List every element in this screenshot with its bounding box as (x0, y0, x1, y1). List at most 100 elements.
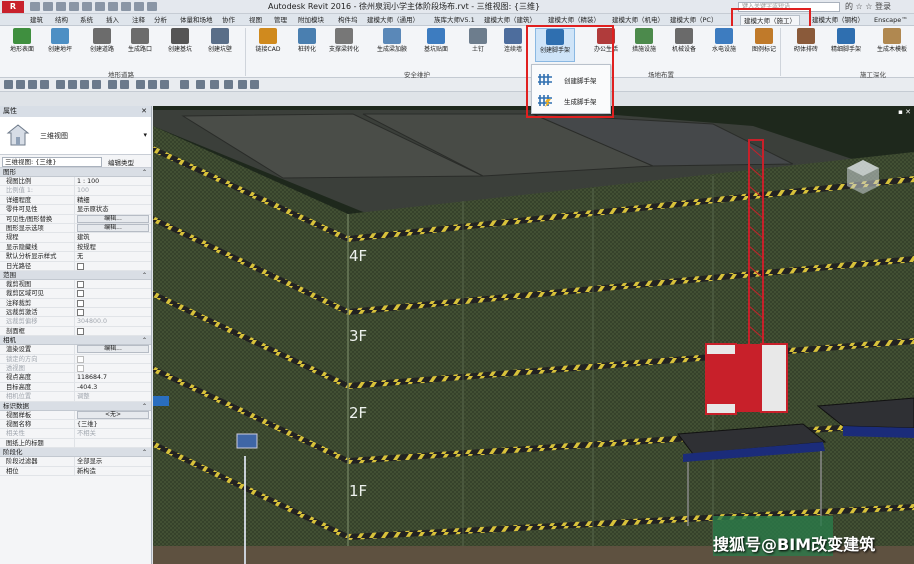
measure-icon[interactable] (95, 2, 105, 11)
toolbar-icon-18[interactable] (250, 80, 259, 89)
toolbar-icon-10[interactable] (136, 80, 145, 89)
collapse-icon[interactable]: ⌃ (142, 336, 147, 345)
ribbon-button-8[interactable]: 支撑梁转化 (324, 28, 364, 54)
section-icon[interactable] (134, 2, 144, 11)
tab-20[interactable]: Enscape™ (874, 15, 908, 25)
tab-11[interactable]: 构件坞 (338, 15, 358, 25)
chevron-down-icon[interactable]: ▾ (143, 131, 147, 139)
3d-viewport[interactable]: ▪ ✕ 4F 3F 2F 1F 搜狐号@BIM改变建筑 (153, 106, 914, 564)
view-3d-icon[interactable] (121, 2, 131, 11)
property-value[interactable]: 新构造 (74, 466, 150, 476)
viewport-controls[interactable]: ▪ ✕ (898, 108, 911, 116)
tab-9[interactable]: 管理 (274, 15, 287, 25)
ribbon-button-7[interactable]: 桩转化 (287, 28, 327, 54)
tab-19[interactable]: 建模大师（钢构） (812, 15, 864, 25)
property-edit-button[interactable]: 编辑... (77, 214, 149, 223)
toolbar-icon-7[interactable] (92, 80, 101, 89)
property-value[interactable]: 118684.7 (74, 373, 150, 383)
toolbar-icon-3[interactable] (40, 80, 49, 89)
checkbox[interactable] (77, 290, 84, 298)
ribbon-button-17[interactable]: 水电设施 (704, 28, 744, 54)
type-selector[interactable]: 三维视图 ▾ (0, 117, 151, 155)
ribbon-button-9[interactable]: 生成梁加腋 (372, 28, 412, 54)
tab-0[interactable]: 建筑 (30, 15, 43, 25)
collapse-icon[interactable]: ⌃ (142, 271, 147, 280)
ribbon-button-16[interactable]: 机械设备 (664, 28, 704, 54)
toolbar-icon-13[interactable] (180, 80, 189, 89)
ribbon-button-11[interactable]: 土钉 (458, 28, 498, 54)
tab-16[interactable]: 建模大师（机电） (612, 15, 664, 25)
property-value[interactable] (74, 279, 150, 289)
ribbon-button-3[interactable]: 生成路口 (120, 28, 160, 54)
ribbon-button-4[interactable]: 创建基坑 (160, 28, 200, 54)
tab-4[interactable]: 注释 (132, 15, 145, 25)
ribbon-button-19[interactable]: 砌体排砖 (786, 28, 826, 54)
property-edit-button[interactable]: 编辑... (77, 223, 149, 232)
toolbar-icon-0[interactable] (4, 80, 13, 89)
redo-icon[interactable] (69, 2, 79, 11)
property-group-header[interactable]: 阶段化 ⌃ (0, 448, 151, 458)
toolbar-icon-15[interactable] (210, 80, 219, 89)
toolbar-icon-17[interactable] (238, 80, 247, 89)
collapse-icon[interactable]: ⌃ (142, 402, 147, 411)
tab-8[interactable]: 视图 (249, 15, 262, 25)
property-value[interactable]: 显示原状态 (74, 205, 150, 215)
text-icon[interactable] (108, 2, 118, 11)
viewcube-icon[interactable] (843, 156, 883, 196)
toolbar-icon-11[interactable] (148, 80, 157, 89)
undo-icon[interactable] (56, 2, 66, 11)
property-value[interactable]: -404.3 (74, 382, 150, 392)
property-value[interactable] (74, 438, 150, 448)
tab-7[interactable]: 协作 (222, 15, 235, 25)
property-value[interactable]: 编辑... (74, 214, 150, 224)
tab-2[interactable]: 系统 (80, 15, 93, 25)
toolbar-icon-6[interactable] (80, 80, 89, 89)
toolbar-icon-9[interactable] (120, 80, 129, 89)
ribbon-button-1[interactable]: 创建地坪 (40, 28, 80, 54)
ribbon-button-0[interactable]: 地形表面 (2, 28, 42, 54)
property-value[interactable]: 按规程 (74, 242, 150, 252)
ribbon-button-10[interactable]: 基坑贴面 (416, 28, 456, 54)
save-icon[interactable] (43, 2, 53, 11)
property-value[interactable] (74, 326, 150, 336)
property-value[interactable] (74, 289, 150, 299)
ribbon-button-18[interactable]: 图例标记 (744, 28, 784, 54)
toolbar-icon-12[interactable] (160, 80, 169, 89)
property-value[interactable] (74, 261, 150, 271)
property-group-header[interactable]: 图形 ⌃ (0, 168, 151, 177)
toolbar-icon-16[interactable] (224, 80, 233, 89)
close-icon[interactable]: ✕ (141, 106, 147, 117)
property-group-header[interactable]: 标识数据 ⌃ (0, 401, 151, 411)
toolbar-icon-8[interactable] (108, 80, 117, 89)
property-value[interactable] (74, 308, 150, 318)
property-value[interactable]: {三维} (74, 419, 150, 429)
title-icons[interactable]: 的 ☆ ☆ 登录 (845, 1, 891, 12)
toolbar-icon-5[interactable] (68, 80, 77, 89)
instance-selector[interactable]: 三维视图: {三维} (2, 157, 102, 167)
property-group-header[interactable]: 范围 ⌃ (0, 270, 151, 280)
property-value[interactable]: 无 (74, 252, 150, 262)
property-group-header[interactable]: 相机 ⌃ (0, 336, 151, 346)
checkbox[interactable] (77, 299, 84, 307)
property-value[interactable] (74, 298, 150, 308)
checkbox[interactable] (77, 309, 84, 317)
print-icon[interactable] (82, 2, 92, 11)
open-icon[interactable] (30, 2, 40, 11)
revit-logo-icon[interactable]: R (2, 1, 24, 13)
ribbon-button-15[interactable]: 措施设施 (624, 28, 664, 54)
tab-17[interactable]: 建模大师（PC） (670, 15, 717, 25)
toolbar-icon-1[interactable] (16, 80, 25, 89)
property-value[interactable]: 精细 (74, 195, 150, 205)
tab-12[interactable]: 建模大师（通用） (367, 15, 419, 25)
property-value[interactable]: 建筑 (74, 233, 150, 243)
ribbon-button-5[interactable]: 创建坑壁 (200, 28, 240, 54)
toolbar-icon-4[interactable] (56, 80, 65, 89)
checkbox[interactable] (77, 327, 84, 335)
tab-3[interactable]: 插入 (106, 15, 119, 25)
property-value[interactable]: 编辑... (74, 223, 150, 233)
checkbox[interactable] (77, 280, 84, 288)
property-value[interactable]: 编辑... (74, 345, 150, 355)
edit-type-button[interactable]: 编辑类型 (108, 157, 134, 167)
property-value[interactable]: <无> (74, 410, 150, 420)
ribbon-button-2[interactable]: 创建道路 (82, 28, 122, 54)
